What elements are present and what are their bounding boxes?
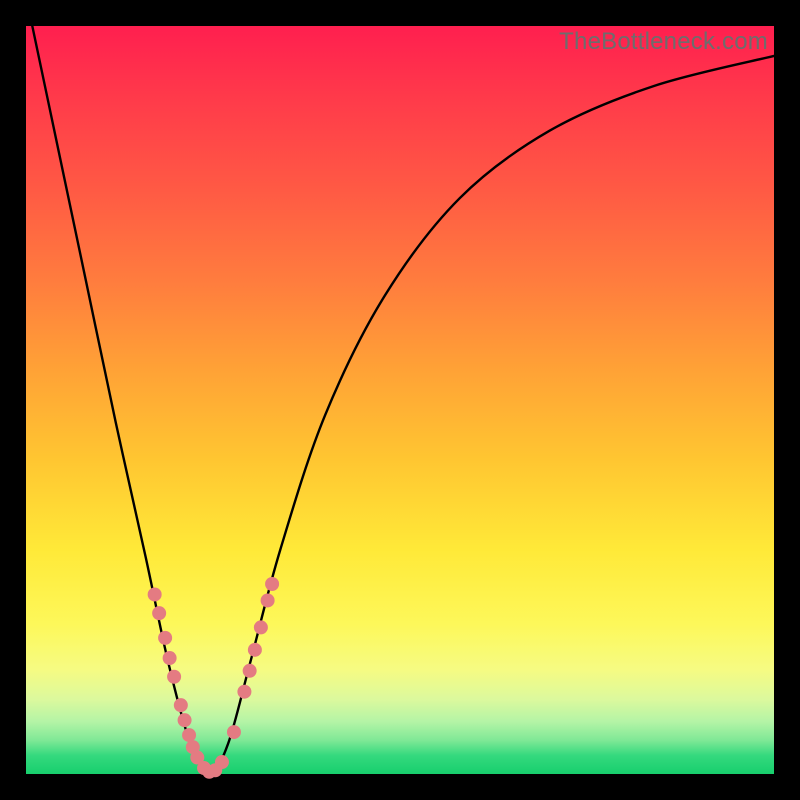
marker-dot <box>182 728 196 742</box>
marker-dot <box>227 725 241 739</box>
marker-layer <box>148 577 279 779</box>
chart-svg <box>26 26 774 774</box>
marker-dot <box>163 651 177 665</box>
marker-dot <box>148 587 162 601</box>
marker-dot <box>254 620 268 634</box>
marker-dot <box>243 664 257 678</box>
marker-dot <box>261 593 275 607</box>
marker-dot <box>174 698 188 712</box>
marker-dot <box>237 685 251 699</box>
watermark-label: TheBottleneck.com <box>559 28 768 56</box>
chart-frame: TheBottleneck.com <box>26 26 774 774</box>
bottleneck-curve <box>26 0 774 774</box>
curve-path <box>26 0 774 774</box>
marker-dot <box>178 713 192 727</box>
marker-dot <box>167 670 181 684</box>
marker-dot <box>158 631 172 645</box>
marker-dot <box>215 755 229 769</box>
marker-dot <box>265 577 279 591</box>
marker-dot <box>248 643 262 657</box>
marker-dot <box>152 606 166 620</box>
